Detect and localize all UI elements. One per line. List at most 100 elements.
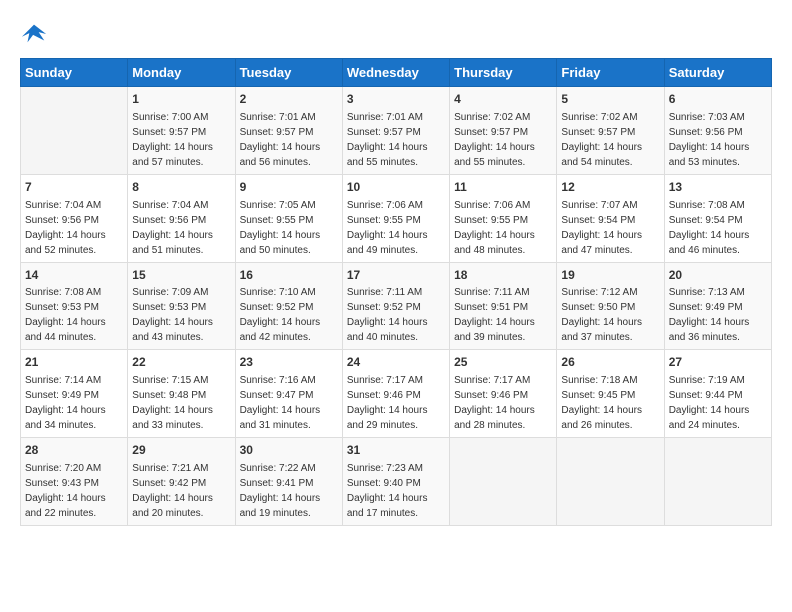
sunset-info: Sunset: 9:54 PM [561,215,635,226]
day-number: 4 [454,91,552,108]
day-number: 17 [347,267,445,284]
calendar-cell: 22 Sunrise: 7:15 AM Sunset: 9:48 PM Dayl… [128,350,235,438]
daylight-info: Daylight: 14 hours and 28 minutes. [454,405,535,431]
sunset-info: Sunset: 9:52 PM [347,302,421,313]
calendar-table: SundayMondayTuesdayWednesdayThursdayFrid… [20,58,772,526]
daylight-info: Daylight: 14 hours and 55 minutes. [347,142,428,168]
daylight-info: Daylight: 14 hours and 46 minutes. [669,230,750,256]
daylight-info: Daylight: 14 hours and 20 minutes. [132,493,213,519]
calendar-cell: 25 Sunrise: 7:17 AM Sunset: 9:46 PM Dayl… [450,350,557,438]
sunset-info: Sunset: 9:48 PM [132,390,206,401]
day-number: 2 [240,91,338,108]
sunrise-info: Sunrise: 7:17 AM [454,375,530,386]
sunset-info: Sunset: 9:53 PM [132,302,206,313]
sunrise-info: Sunrise: 7:20 AM [25,463,101,474]
calendar-cell: 1 Sunrise: 7:00 AM Sunset: 9:57 PM Dayli… [128,87,235,175]
daylight-info: Daylight: 14 hours and 26 minutes. [561,405,642,431]
calendar-header-cell: Sunday [21,59,128,87]
sunrise-info: Sunrise: 7:08 AM [669,200,745,211]
day-number: 29 [132,442,230,459]
sunrise-info: Sunrise: 7:06 AM [347,200,423,211]
calendar-cell: 21 Sunrise: 7:14 AM Sunset: 9:49 PM Dayl… [21,350,128,438]
day-number: 11 [454,179,552,196]
logo [20,20,52,48]
day-number: 15 [132,267,230,284]
sunrise-info: Sunrise: 7:19 AM [669,375,745,386]
sunrise-info: Sunrise: 7:14 AM [25,375,101,386]
day-number: 23 [240,354,338,371]
page-header [20,20,772,48]
calendar-cell: 16 Sunrise: 7:10 AM Sunset: 9:52 PM Dayl… [235,262,342,350]
sunrise-info: Sunrise: 7:01 AM [240,112,316,123]
calendar-cell [664,438,771,526]
calendar-cell: 30 Sunrise: 7:22 AM Sunset: 9:41 PM Dayl… [235,438,342,526]
calendar-cell: 27 Sunrise: 7:19 AM Sunset: 9:44 PM Dayl… [664,350,771,438]
sunset-info: Sunset: 9:52 PM [240,302,314,313]
calendar-cell: 7 Sunrise: 7:04 AM Sunset: 9:56 PM Dayli… [21,174,128,262]
calendar-header-cell: Wednesday [342,59,449,87]
sunset-info: Sunset: 9:55 PM [240,215,314,226]
daylight-info: Daylight: 14 hours and 33 minutes. [132,405,213,431]
daylight-info: Daylight: 14 hours and 50 minutes. [240,230,321,256]
daylight-info: Daylight: 14 hours and 17 minutes. [347,493,428,519]
calendar-cell: 28 Sunrise: 7:20 AM Sunset: 9:43 PM Dayl… [21,438,128,526]
day-number: 25 [454,354,552,371]
daylight-info: Daylight: 14 hours and 40 minutes. [347,317,428,343]
sunset-info: Sunset: 9:42 PM [132,478,206,489]
day-number: 3 [347,91,445,108]
sunset-info: Sunset: 9:49 PM [25,390,99,401]
sunset-info: Sunset: 9:56 PM [132,215,206,226]
daylight-info: Daylight: 14 hours and 42 minutes. [240,317,321,343]
daylight-info: Daylight: 14 hours and 37 minutes. [561,317,642,343]
calendar-cell: 19 Sunrise: 7:12 AM Sunset: 9:50 PM Dayl… [557,262,664,350]
daylight-info: Daylight: 14 hours and 43 minutes. [132,317,213,343]
sunset-info: Sunset: 9:45 PM [561,390,635,401]
daylight-info: Daylight: 14 hours and 29 minutes. [347,405,428,431]
calendar-cell: 6 Sunrise: 7:03 AM Sunset: 9:56 PM Dayli… [664,87,771,175]
sunset-info: Sunset: 9:46 PM [454,390,528,401]
calendar-header-row: SundayMondayTuesdayWednesdayThursdayFrid… [21,59,772,87]
day-number: 7 [25,179,123,196]
logo-icon [20,20,48,48]
calendar-cell: 13 Sunrise: 7:08 AM Sunset: 9:54 PM Dayl… [664,174,771,262]
daylight-info: Daylight: 14 hours and 31 minutes. [240,405,321,431]
day-number: 12 [561,179,659,196]
daylight-info: Daylight: 14 hours and 51 minutes. [132,230,213,256]
day-number: 13 [669,179,767,196]
sunset-info: Sunset: 9:57 PM [132,127,206,138]
sunrise-info: Sunrise: 7:09 AM [132,287,208,298]
calendar-cell [21,87,128,175]
sunset-info: Sunset: 9:50 PM [561,302,635,313]
day-number: 21 [25,354,123,371]
daylight-info: Daylight: 14 hours and 34 minutes. [25,405,106,431]
calendar-cell: 3 Sunrise: 7:01 AM Sunset: 9:57 PM Dayli… [342,87,449,175]
sunrise-info: Sunrise: 7:17 AM [347,375,423,386]
sunset-info: Sunset: 9:47 PM [240,390,314,401]
calendar-cell: 4 Sunrise: 7:02 AM Sunset: 9:57 PM Dayli… [450,87,557,175]
day-number: 9 [240,179,338,196]
sunrise-info: Sunrise: 7:21 AM [132,463,208,474]
sunrise-info: Sunrise: 7:08 AM [25,287,101,298]
sunrise-info: Sunrise: 7:22 AM [240,463,316,474]
sunrise-info: Sunrise: 7:11 AM [454,287,529,298]
calendar-cell: 14 Sunrise: 7:08 AM Sunset: 9:53 PM Dayl… [21,262,128,350]
sunset-info: Sunset: 9:40 PM [347,478,421,489]
sunrise-info: Sunrise: 7:04 AM [132,200,208,211]
calendar-row: 7 Sunrise: 7:04 AM Sunset: 9:56 PM Dayli… [21,174,772,262]
sunset-info: Sunset: 9:57 PM [347,127,421,138]
daylight-info: Daylight: 14 hours and 49 minutes. [347,230,428,256]
sunrise-info: Sunrise: 7:15 AM [132,375,208,386]
sunset-info: Sunset: 9:56 PM [669,127,743,138]
sunset-info: Sunset: 9:43 PM [25,478,99,489]
daylight-info: Daylight: 14 hours and 39 minutes. [454,317,535,343]
calendar-cell [557,438,664,526]
calendar-row: 14 Sunrise: 7:08 AM Sunset: 9:53 PM Dayl… [21,262,772,350]
day-number: 6 [669,91,767,108]
sunrise-info: Sunrise: 7:07 AM [561,200,637,211]
day-number: 8 [132,179,230,196]
sunset-info: Sunset: 9:56 PM [25,215,99,226]
daylight-info: Daylight: 14 hours and 24 minutes. [669,405,750,431]
sunset-info: Sunset: 9:57 PM [240,127,314,138]
sunrise-info: Sunrise: 7:03 AM [669,112,745,123]
day-number: 18 [454,267,552,284]
